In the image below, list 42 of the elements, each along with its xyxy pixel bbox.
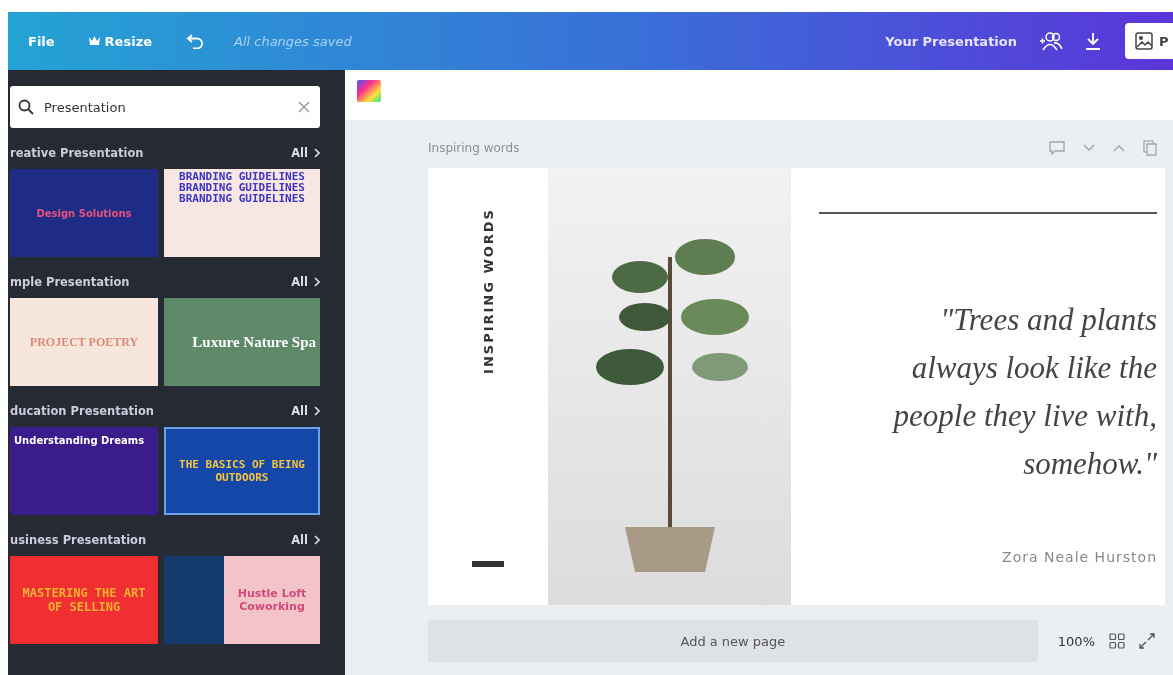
slide[interactable]: INSPIRING WORDS "Trees and plants always look like the people they live with, somehow." Zora Neale Hurston (428, 168, 1165, 605)
search-field[interactable]: Presentation (10, 86, 320, 128)
grid-icon[interactable] (1109, 633, 1125, 649)
quote-author: Zora Neale Hurston (1001, 549, 1157, 565)
template-thumbnail[interactable]: Luxure Nature Spa (164, 298, 320, 386)
slide-side-title: INSPIRING WORDS (480, 208, 496, 374)
expand-icon[interactable] (1139, 633, 1155, 649)
zoom-level[interactable]: 100% (1057, 633, 1095, 649)
copy-icon[interactable] (1143, 140, 1157, 156)
add-people-icon[interactable] (1039, 31, 1063, 51)
crown-icon (88, 36, 100, 46)
chevron-right-icon (314, 406, 320, 416)
section-title: ducation Presentation (10, 404, 155, 418)
download-icon[interactable] (1085, 32, 1101, 50)
see-all-link[interactable]: All (291, 275, 320, 289)
search-icon (18, 99, 34, 115)
quote-text: "Trees and plants always look like the people they live with, somehow." (890, 300, 1157, 483)
chevron-right-icon (314, 535, 320, 545)
undo-icon[interactable] (186, 33, 204, 49)
chevron-right-icon (314, 277, 320, 287)
see-all-link[interactable]: All (291, 533, 320, 547)
image-icon (1135, 32, 1153, 50)
section-title: usiness Presentation (10, 533, 147, 547)
share-button[interactable]: P (1125, 23, 1173, 59)
color-palette-icon[interactable] (357, 80, 381, 102)
chevron-down-icon[interactable] (1083, 144, 1095, 152)
add-page-button[interactable]: Add a new page (428, 620, 1038, 662)
presentation-title[interactable]: Your Presentation (885, 33, 1017, 49)
template-thumbnail[interactable]: Understanding Dreams (10, 427, 158, 515)
close-icon[interactable] (298, 101, 310, 113)
chevron-up-icon[interactable] (1113, 144, 1125, 152)
comment-icon[interactable] (1049, 141, 1065, 155)
see-all-link[interactable]: All (291, 404, 320, 418)
section-title: reative Presentation (10, 146, 144, 160)
page-title: Inspiring words (428, 141, 520, 155)
section-title: mple Presentation (10, 275, 130, 289)
chevron-right-icon (314, 148, 320, 158)
see-all-link[interactable]: All (291, 146, 320, 160)
accent-bar (472, 561, 504, 567)
template-thumbnail[interactable]: THE BASICS OF BEING OUTDOORS (164, 427, 320, 515)
template-thumbnail[interactable]: BRANDING GUIDELINES BRANDING GUIDELINES BRANDING GUIDELINES (164, 169, 320, 257)
save-status: All changes saved (234, 33, 352, 49)
